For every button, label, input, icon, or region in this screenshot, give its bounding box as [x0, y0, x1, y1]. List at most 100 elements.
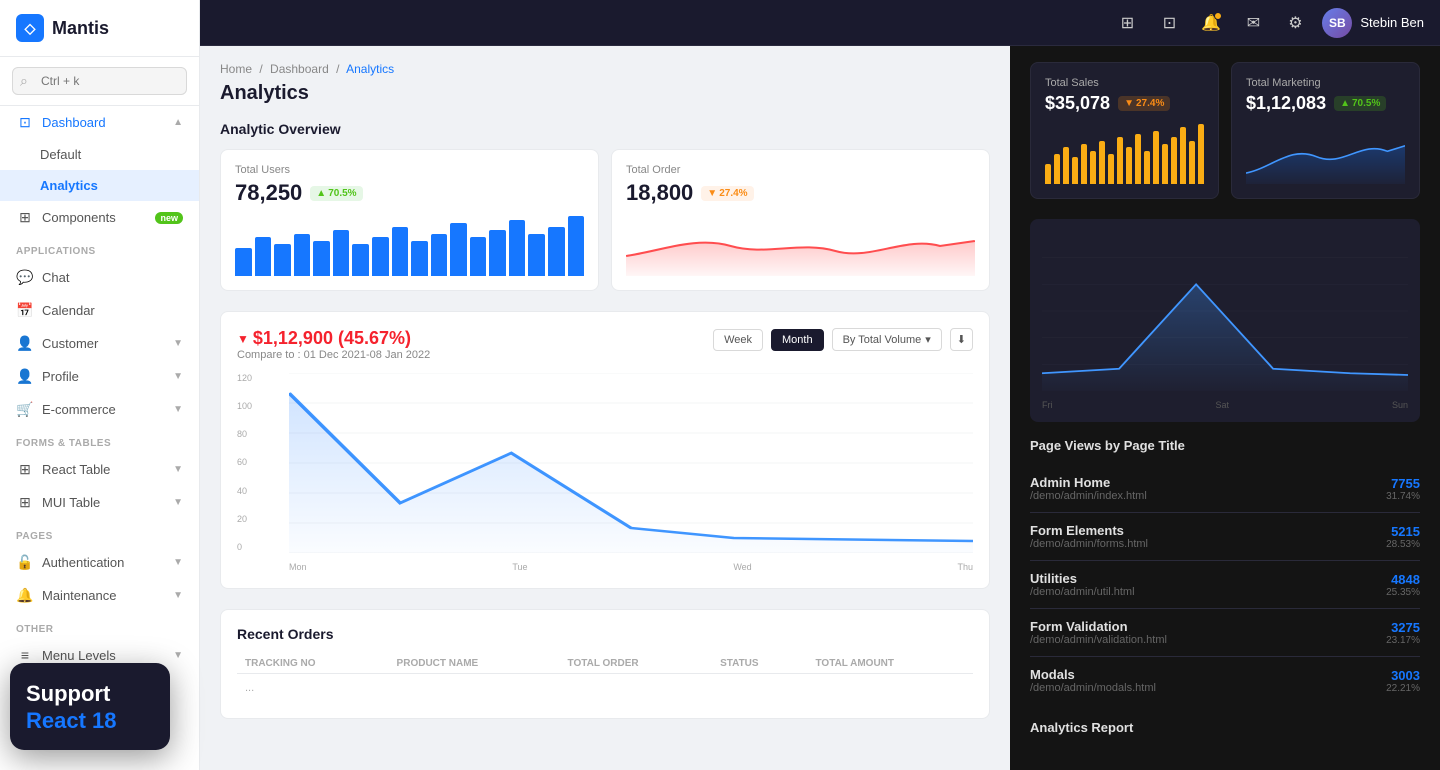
income-header: ▼ $1,12,900 (45.67%) Compare to : 01 Dec…	[237, 328, 973, 361]
sidebar-item-authentication[interactable]: 🔓 Authentication ▼	[0, 546, 199, 579]
bar	[489, 230, 506, 276]
pv-pct-2: 25.35%	[1386, 587, 1420, 598]
sidebar-item-mui-table[interactable]: ⊞ MUI Table ▼	[0, 486, 199, 519]
bar	[1099, 141, 1105, 184]
bar	[235, 248, 252, 276]
content-split: Home / Dashboard / Analytics Analytics A…	[200, 46, 1440, 770]
metric-card-sales: Total Sales $35,078 ▼ 27.4%	[1030, 62, 1219, 199]
bar	[1135, 134, 1141, 184]
content-light: Home / Dashboard / Analytics Analytics A…	[200, 46, 1010, 770]
recent-orders-card: Recent Orders TRACKING NO PRODUCT NAME T…	[220, 609, 990, 719]
pv-count-2: 4848	[1386, 572, 1420, 587]
calendar-icon: 📅	[16, 302, 34, 319]
bar	[1081, 144, 1087, 184]
support-react18-popup[interactable]: Support React 18	[10, 663, 170, 750]
chevron-down-icon-4: ▼	[173, 464, 183, 475]
page-views-section: Page Views by Page Title Admin Home /dem…	[1030, 438, 1420, 704]
sidebar-item-customer[interactable]: 👤 Customer ▼	[0, 327, 199, 360]
orders-table: TRACKING NO PRODUCT NAME TOTAL ORDER STA…	[237, 654, 973, 702]
metric-value-row-users: 78,250 ▲ 70.5%	[235, 180, 584, 206]
apps-icon[interactable]: ⊞	[1112, 8, 1142, 38]
income-compare: Compare to : 01 Dec 2021-08 Jan 2022	[237, 349, 430, 361]
settings-icon[interactable]: ⚙	[1280, 8, 1310, 38]
bar	[1162, 144, 1168, 184]
sidebar: ◇ Mantis ⊡ Dashboard ▲ Default Analytics…	[0, 0, 200, 770]
bar	[509, 220, 526, 276]
pv-title-3: Form Validation	[1030, 619, 1167, 634]
main-area: ⊞ ⊡ 🔔 ✉ ⚙ SB Stebin Ben Home / Dashboard…	[200, 0, 1440, 770]
pv-url-1: /demo/admin/forms.html	[1030, 538, 1148, 550]
income-value: ▼ $1,12,900 (45.67%)	[237, 328, 430, 349]
support-react-text: React 18	[26, 708, 117, 733]
bar	[1117, 137, 1123, 184]
month-button[interactable]: Month	[771, 329, 824, 351]
sidebar-item-components[interactable]: ⊞ Components new	[0, 201, 199, 234]
sidebar-item-analytics[interactable]: Analytics	[0, 170, 199, 201]
chevron-down-icon-2: ▼	[173, 371, 183, 382]
bar	[294, 234, 311, 276]
pv-url-2: /demo/admin/util.html	[1030, 586, 1135, 598]
pages-label: Pages	[0, 519, 199, 546]
page-views-title: Page Views by Page Title	[1030, 438, 1420, 453]
table-row: ...	[237, 674, 973, 703]
sidebar-item-default[interactable]: Default	[0, 139, 199, 170]
breadcrumb: Home / Dashboard / Analytics	[220, 62, 990, 76]
sidebar-item-calendar[interactable]: 📅 Calendar	[0, 294, 199, 327]
user-profile[interactable]: SB Stebin Ben	[1322, 8, 1424, 38]
download-button[interactable]: ⬇	[950, 328, 973, 351]
breadcrumb-dashboard[interactable]: Dashboard	[270, 62, 329, 76]
recent-orders-title: Recent Orders	[237, 626, 973, 642]
sidebar-item-chat[interactable]: 💬 Chat	[0, 261, 199, 294]
bar	[333, 230, 350, 276]
sidebar-item-ecommerce[interactable]: 🛒 E-commerce ▼	[0, 393, 199, 426]
topbar: ⊞ ⊡ 🔔 ✉ ⚙ SB Stebin Ben	[200, 0, 1440, 46]
pv-title-1: Form Elements	[1030, 523, 1148, 538]
chart-yaxis: 120 100 80 60 40 20 0	[237, 373, 261, 552]
metric-badge-users: ▲ 70.5%	[310, 186, 362, 201]
mail-icon[interactable]: ✉	[1238, 8, 1268, 38]
col-total-amount: TOTAL AMOUNT	[808, 654, 974, 674]
sidebar-item-react-table[interactable]: ⊞ React Table ▼	[0, 453, 199, 486]
logo-icon: ◇	[16, 14, 44, 42]
monitor-icon[interactable]: ⊡	[1154, 8, 1184, 38]
logo-text: Mantis	[52, 18, 109, 39]
col-product: PRODUCT NAME	[389, 654, 560, 674]
bar	[274, 244, 291, 276]
volume-select[interactable]: By Total Volume ▾	[832, 328, 942, 351]
pv-pct-3: 23.17%	[1386, 635, 1420, 646]
sidebar-item-profile[interactable]: 👤 Profile ▼	[0, 360, 199, 393]
metric-value-sales: $35,078	[1045, 93, 1110, 114]
week-button[interactable]: Week	[713, 329, 763, 351]
other-label: Other	[0, 612, 199, 639]
bar	[313, 241, 330, 276]
line-chart-wrapper	[289, 373, 973, 558]
ecommerce-icon: 🛒	[16, 401, 34, 418]
pv-count-1: 5215	[1386, 524, 1420, 539]
bell-icon[interactable]: 🔔	[1196, 8, 1226, 38]
pv-url-3: /demo/admin/validation.html	[1030, 634, 1167, 646]
dark-cards-grid: Total Sales $35,078 ▼ 27.4% Total Market…	[1030, 62, 1420, 199]
metric-value-row-orders: 18,800 ▼ 27.4%	[626, 180, 975, 206]
metric-badge-sales: ▼ 27.4%	[1118, 96, 1170, 111]
pv-url-0: /demo/admin/index.html	[1030, 490, 1147, 502]
breadcrumb-home[interactable]: Home	[220, 62, 252, 76]
users-bar-chart	[235, 216, 584, 276]
applications-label: Applications	[0, 234, 199, 261]
pv-title-4: Modals	[1030, 667, 1156, 682]
bar	[392, 227, 409, 276]
list-item: Admin Home /demo/admin/index.html 7755 3…	[1030, 465, 1420, 513]
chevron-down-icon-8: ▼	[173, 650, 183, 661]
list-item: Utilities /demo/admin/util.html 4848 25.…	[1030, 561, 1420, 609]
react-table-icon: ⊞	[16, 461, 34, 478]
bar	[1198, 124, 1204, 184]
sidebar-item-maintenance[interactable]: 🔔 Maintenance ▼	[0, 579, 199, 612]
bar	[1144, 151, 1150, 184]
income-overview-card: ▼ $1,12,900 (45.67%) Compare to : 01 Dec…	[220, 311, 990, 589]
sidebar-item-dashboard[interactable]: ⊡ Dashboard ▲	[0, 106, 199, 139]
search-input[interactable]	[12, 67, 187, 95]
analytic-overview-title: Analytic Overview	[220, 121, 990, 137]
sidebar-logo: ◇ Mantis	[0, 0, 199, 57]
pv-pct-4: 22.21%	[1386, 683, 1420, 694]
orders-area-chart	[626, 216, 975, 276]
metric-value-row-sales: $35,078 ▼ 27.4%	[1045, 93, 1204, 114]
